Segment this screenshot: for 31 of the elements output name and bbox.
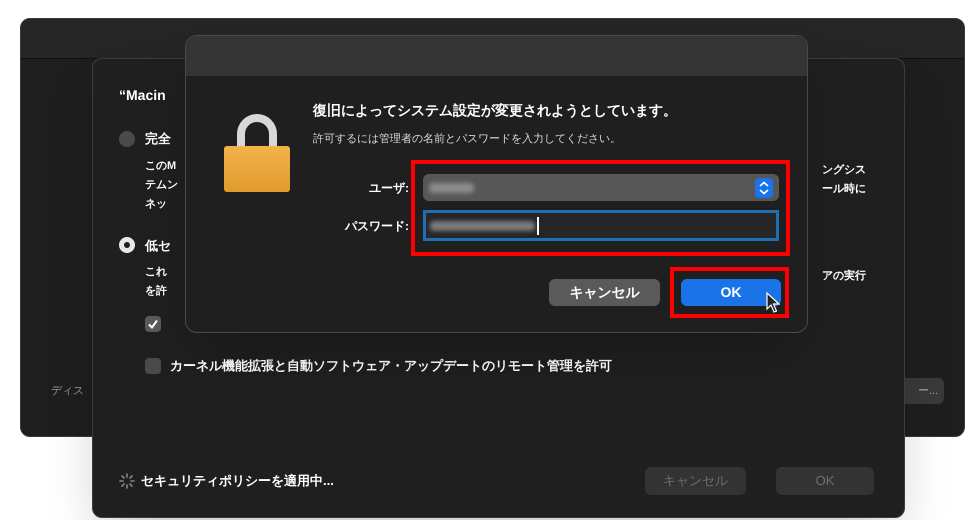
dialog-message: 許可するには管理者の名前とパスワードを入力してください。 (313, 132, 622, 147)
sheet-heading: “Macin (119, 86, 167, 105)
description-text: ネッ (145, 196, 168, 212)
description-text: ングシス (822, 162, 866, 178)
blurred-value (429, 182, 474, 192)
password-field[interactable] (423, 210, 779, 241)
checkbox-label: カーネル機能拡張と自動ソフトウェア・アップデートのリモート管理を許可 (170, 357, 612, 376)
radio-button[interactable] (119, 130, 135, 147)
description-text: テムン (145, 178, 178, 192)
description-text: ール時に (822, 182, 866, 196)
description-text: を許 (145, 284, 167, 299)
dialog-title: 復旧によってシステム設定が変更されようとしています。 (313, 101, 677, 120)
description-text: アの実行 (822, 268, 866, 284)
text-cursor (537, 216, 539, 234)
option-label: 完全 (145, 130, 171, 148)
label-text: ディス (51, 384, 84, 399)
pointer-icon (766, 292, 780, 314)
status-text: セキュリティポリシーを適用中... (141, 472, 334, 490)
radio-button[interactable] (119, 237, 135, 254)
checkbox[interactable] (145, 316, 161, 332)
option-label: 低セ (145, 236, 171, 254)
user-popup[interactable] (423, 174, 779, 201)
stepper-icon (755, 178, 773, 198)
password-label: パスワード: (344, 218, 409, 234)
description-text: このM (145, 158, 178, 174)
spinner-icon (119, 473, 135, 489)
ok-button[interactable]: OK (681, 279, 781, 306)
user-label: ユーザ: (368, 180, 409, 196)
cancel-button[interactable]: キャンセル (549, 279, 660, 306)
checkbox[interactable] (145, 358, 161, 374)
description-text: これ (145, 265, 167, 280)
